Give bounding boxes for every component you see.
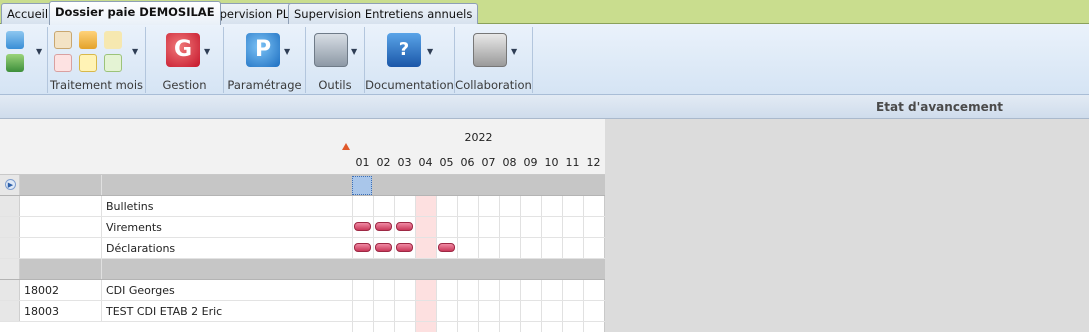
status-pill-05[interactable] — [438, 243, 455, 252]
row-label — [101, 259, 352, 279]
ribbon-group-label: Outils — [318, 78, 352, 92]
row-selector[interactable] — [0, 259, 20, 279]
table-row[interactable]: Virements — [0, 217, 605, 238]
grid-header: 2022 01 02 03 04 05 06 07 08 09 10 11 12 — [0, 119, 605, 175]
refresh-icon[interactable] — [104, 31, 122, 49]
people-icon[interactable] — [79, 31, 97, 49]
ribbon-group-traitement-mois: ▼ Traitement mois — [48, 27, 146, 93]
row-selector[interactable] — [0, 238, 20, 258]
calendar-icon[interactable] — [79, 54, 97, 72]
status-pill-03[interactable] — [396, 222, 413, 231]
row-label: TEST CDI ETAB 2 Eric — [101, 301, 352, 321]
row-selector[interactable] — [0, 196, 20, 216]
row-selector[interactable] — [0, 301, 20, 321]
ribbon-group-documentation: ? ▼ Documentation — [365, 27, 455, 93]
ribbon-group-label: Paramétrage — [227, 78, 302, 92]
database-icon[interactable] — [6, 31, 24, 49]
month-header-01: 01 — [355, 156, 370, 169]
chevron-down-icon[interactable]: ▼ — [36, 47, 42, 56]
row-label: Virements — [101, 217, 352, 237]
month-header-09: 09 — [523, 156, 538, 169]
status-pill-01[interactable] — [354, 222, 371, 231]
tab-accueil[interactable]: Accueil — [1, 3, 55, 24]
month-header-11: 11 — [565, 156, 580, 169]
ribbon-group-parametrage: P ▼ Paramétrage — [224, 27, 306, 93]
status-pill-02[interactable] — [375, 243, 392, 252]
ribbon-group-label: Collaboration — [455, 78, 532, 92]
row-selector[interactable] — [0, 217, 20, 237]
row-label: CDI Georges — [101, 280, 352, 300]
table-row[interactable]: 18003 TEST CDI ETAB 2 Eric — [0, 301, 605, 322]
year-header: 2022 — [464, 131, 493, 144]
month-header-05: 05 — [439, 156, 454, 169]
row-label: Bulletins — [101, 196, 352, 216]
tab-supervision-entretiens[interactable]: Supervision Entretiens annuels — [288, 3, 479, 24]
ribbon-group-label: Gestion — [162, 78, 207, 92]
collaboration-users-icon[interactable] — [473, 33, 507, 67]
ribbon-group-collaboration: ▼ Collaboration — [455, 27, 533, 93]
table-row[interactable]: 18002 CDI Georges — [0, 280, 605, 301]
group-row[interactable] — [0, 259, 605, 280]
status-pill-01[interactable] — [354, 243, 371, 252]
gestion-g-icon[interactable]: G — [166, 33, 200, 67]
chevron-down-icon[interactable]: ▼ — [427, 47, 433, 56]
month-header-02: 02 — [376, 156, 391, 169]
month-header-06: 06 — [460, 156, 475, 169]
chevron-down-icon[interactable]: ▼ — [351, 47, 357, 56]
row-selector[interactable] — [0, 280, 20, 300]
chevron-down-icon[interactable]: ▼ — [511, 47, 517, 56]
ribbon-group-general: ▼ — [0, 27, 48, 93]
row-label: Déclarations — [101, 238, 352, 258]
current-row-arrow-icon: ▶ — [5, 179, 16, 190]
clock-icon[interactable] — [54, 31, 72, 49]
chevron-down-icon[interactable]: ▼ — [204, 47, 210, 56]
progress-grid: 2022 01 02 03 04 05 06 07 08 09 10 11 12 ▶ Bulletins… — [0, 119, 605, 332]
help-book-icon[interactable]: ? — [387, 33, 421, 67]
group-row[interactable]: ▶ — [0, 175, 605, 196]
calendar-check-icon[interactable] — [104, 54, 122, 72]
chevron-down-icon[interactable]: ▼ — [132, 47, 138, 56]
tab-dossier-paie[interactable]: Dossier paie DEMOSILAE — [49, 1, 221, 25]
row-code — [20, 217, 102, 237]
tab-bar: Accueil Dossier paie DEMOSILAE Supervisi… — [0, 0, 1089, 25]
user-card-icon[interactable] — [6, 54, 24, 72]
alert-icon[interactable] — [54, 54, 72, 72]
row-code — [20, 175, 102, 195]
table-row[interactable]: Bulletins — [0, 196, 605, 217]
ribbon-group-outils: ▼ Outils — [306, 27, 365, 93]
ribbon-group-gestion: G ▼ Gestion — [146, 27, 224, 93]
ribbon-group-label: Documentation — [365, 78, 454, 92]
month-header-08: 08 — [502, 156, 517, 169]
month-header-10: 10 — [544, 156, 559, 169]
ribbon: ▼ ▼ Traitement mois G ▼ Gestion P ▼ Para… — [0, 24, 1089, 95]
month-header-03: 03 — [397, 156, 412, 169]
row-code — [20, 196, 102, 216]
row-label — [101, 175, 352, 195]
status-bar: Etat d'avancement — [0, 95, 1089, 119]
row-code — [20, 259, 102, 279]
parametrage-p-icon[interactable]: P — [246, 33, 280, 67]
status-pill-03[interactable] — [396, 243, 413, 252]
sort-arrow-icon[interactable] — [342, 143, 350, 150]
selected-cell[interactable] — [352, 176, 372, 195]
row-code — [20, 238, 102, 258]
row-code: 18002 — [24, 284, 59, 297]
ribbon-group-label: Traitement mois — [49, 78, 144, 92]
page-title: Etat d'avancement — [876, 100, 1003, 114]
row-code: 18003 — [24, 305, 59, 318]
month-header-07: 07 — [481, 156, 496, 169]
month-header-12: 12 — [586, 156, 601, 169]
row-selector[interactable]: ▶ — [0, 175, 20, 195]
status-pill-02[interactable] — [375, 222, 392, 231]
tools-icon[interactable] — [314, 33, 348, 67]
month-header-04: 04 — [418, 156, 433, 169]
table-row[interactable]: Déclarations — [0, 238, 605, 259]
chevron-down-icon[interactable]: ▼ — [284, 47, 290, 56]
